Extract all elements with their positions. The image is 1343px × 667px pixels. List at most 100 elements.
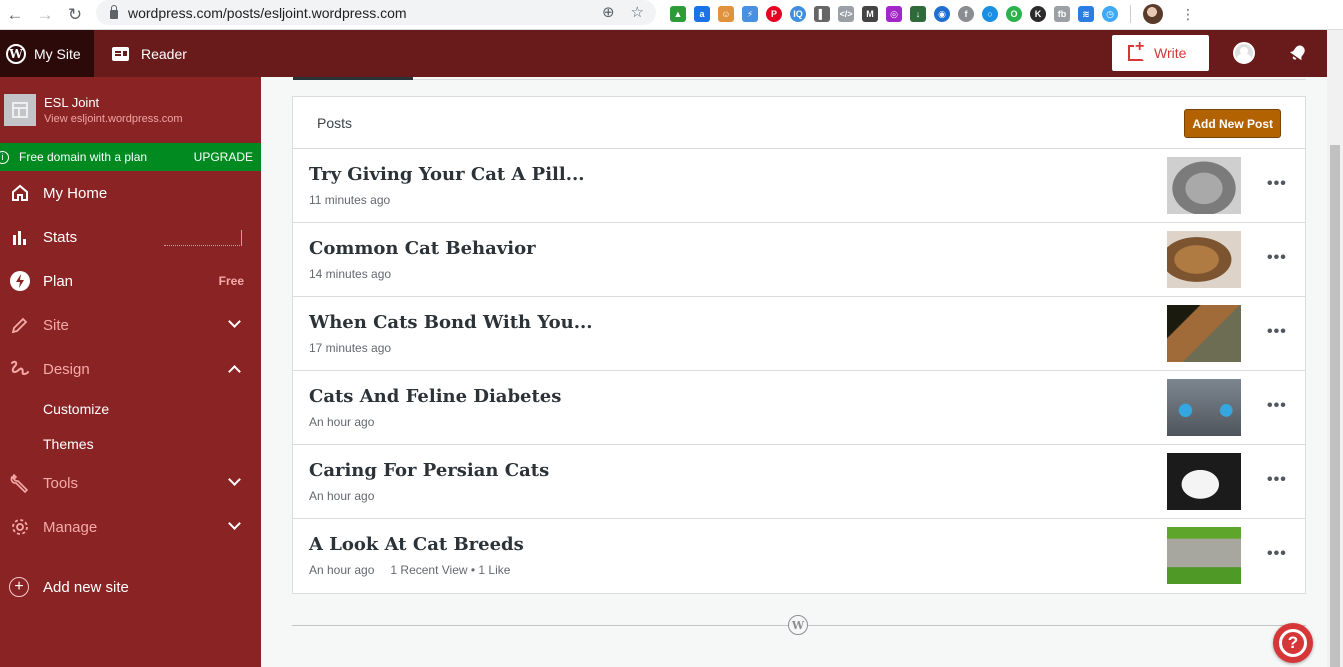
- post-row[interactable]: Caring For Persian Cats An hour ago •••: [293, 445, 1305, 519]
- post-row[interactable]: Common Cat Behavior 14 minutes ago •••: [293, 223, 1305, 297]
- chevron-down-icon[interactable]: [228, 315, 241, 328]
- sidebar-item-label: Site: [43, 316, 69, 334]
- ext-green-icon[interactable]: O: [1006, 6, 1022, 22]
- section-nav-active-tab[interactable]: [293, 77, 413, 80]
- post-thumbnail[interactable]: [1167, 527, 1241, 584]
- ext-ring-icon[interactable]: ○: [982, 6, 998, 22]
- site-icon: [4, 94, 36, 126]
- chevron-down-icon[interactable]: [228, 517, 241, 530]
- post-title[interactable]: Caring For Persian Cats: [309, 460, 549, 481]
- my-site-button[interactable]: W My Site: [0, 30, 94, 77]
- post-title[interactable]: Try Giving Your Cat A Pill...: [309, 164, 585, 185]
- sidebar-subitem-customize[interactable]: Customize: [0, 391, 261, 426]
- sidebar-item-plan[interactable]: Plan Free: [0, 259, 261, 303]
- ext-triangles-icon[interactable]: ▲: [670, 6, 686, 22]
- ext-feed-icon[interactable]: ◉: [934, 6, 950, 22]
- post-title[interactable]: A Look At Cat Breeds: [309, 534, 524, 555]
- post-row[interactable]: When Cats Bond With You... 17 minutes ago…: [293, 297, 1305, 371]
- masterbar: W My Site Reader Write: [0, 30, 1327, 77]
- notifications-bell-icon[interactable]: [1284, 39, 1312, 67]
- post-thumbnail[interactable]: [1167, 379, 1241, 436]
- sidebar-item-site[interactable]: Site: [0, 303, 261, 347]
- ext-panel-icon[interactable]: ▌: [814, 6, 830, 22]
- add-new-post-button[interactable]: Add New Post: [1184, 109, 1281, 138]
- post-list: Try Giving Your Cat A Pill... 11 minutes …: [293, 149, 1305, 593]
- ext-wave-icon[interactable]: ≋: [1078, 6, 1094, 22]
- sidebar-subitem-themes[interactable]: Themes: [0, 426, 261, 461]
- post-thumbnail[interactable]: [1167, 231, 1241, 288]
- ext-code-icon[interactable]: </>: [838, 6, 854, 22]
- site-card[interactable]: ESL Joint View esljoint.wordpress.com: [0, 77, 261, 143]
- user-avatar[interactable]: [1233, 42, 1255, 64]
- scrollbar-thumb[interactable]: [1330, 145, 1340, 667]
- post-more-actions-icon[interactable]: •••: [1267, 175, 1287, 193]
- post-title[interactable]: When Cats Bond With You...: [309, 312, 593, 333]
- ext-pinterest-icon[interactable]: P: [766, 6, 782, 22]
- write-label: Write: [1154, 45, 1187, 61]
- reader-label: Reader: [141, 45, 187, 62]
- sidebar-item-manage[interactable]: Manage: [0, 505, 261, 549]
- url-text[interactable]: wordpress.com/posts/esljoint.wordpress.c…: [128, 5, 407, 21]
- sidebar-item-stats[interactable]: Stats: [0, 215, 261, 259]
- ext-m-icon[interactable]: M: [862, 6, 878, 22]
- post-title[interactable]: Common Cat Behavior: [309, 238, 536, 259]
- post-meta: An hour ago: [309, 415, 390, 429]
- ext-iq-icon[interactable]: IQ: [790, 6, 806, 22]
- help-question-icon: ?: [1279, 629, 1307, 657]
- write-button[interactable]: Write: [1112, 35, 1209, 71]
- post-more-actions-icon[interactable]: •••: [1267, 397, 1287, 415]
- post-row[interactable]: Cats And Feline Diabetes An hour ago •••: [293, 371, 1305, 445]
- back-arrow-icon[interactable]: ←: [4, 4, 26, 26]
- upgrade-nudge[interactable]: i Free domain with a plan UPGRADE: [0, 143, 261, 171]
- wordpress-footer-logo-icon[interactable]: W: [788, 615, 808, 635]
- lock-icon: [110, 4, 118, 19]
- plan-badge: Free: [218, 274, 244, 288]
- post-time: An hour ago: [309, 563, 375, 577]
- browser-menu-icon[interactable]: ⋮: [1181, 6, 1195, 23]
- chevron-down-icon[interactable]: [228, 473, 241, 486]
- ext-bolt-icon[interactable]: ⚡: [742, 6, 758, 22]
- add-new-site-button[interactable]: + Add new site: [0, 565, 261, 609]
- post-more-actions-icon[interactable]: •••: [1267, 471, 1287, 489]
- post-more-actions-icon[interactable]: •••: [1267, 249, 1287, 267]
- sidebar-item-my-home[interactable]: My Home: [0, 171, 261, 215]
- post-row[interactable]: Try Giving Your Cat A Pill... 11 minutes …: [293, 149, 1305, 223]
- forward-arrow-icon[interactable]: →: [34, 4, 56, 26]
- stats-bar-chart-icon: [9, 226, 31, 248]
- post-more-actions-icon[interactable]: •••: [1267, 323, 1287, 341]
- ext-purple-icon[interactable]: ◎: [886, 6, 902, 22]
- reload-icon[interactable]: ↻: [64, 4, 86, 26]
- post-title[interactable]: Cats And Feline Diabetes: [309, 386, 561, 407]
- site-url-link[interactable]: View esljoint.wordpress.com: [44, 113, 183, 125]
- post-thumbnail[interactable]: [1167, 305, 1241, 362]
- reader-button[interactable]: Reader: [112, 46, 187, 62]
- my-site-label: My Site: [34, 45, 81, 62]
- ext-monkey-icon[interactable]: ☺: [718, 6, 734, 22]
- site-name: ESL Joint: [44, 95, 100, 110]
- ext-download-icon[interactable]: ↓: [910, 6, 926, 22]
- sidebar-item-tools[interactable]: Tools: [0, 461, 261, 505]
- plan-bolt-icon: [9, 270, 31, 292]
- post-thumbnail[interactable]: [1167, 453, 1241, 510]
- sidebar-item-label: Plan: [43, 272, 74, 290]
- ext-facebook-icon[interactable]: f: [958, 6, 974, 22]
- address-bar[interactable]: wordpress.com/posts/esljoint.wordpress.c…: [96, 0, 656, 25]
- ext-fb-icon[interactable]: fb: [1054, 6, 1070, 22]
- ext-amazon-icon[interactable]: a: [694, 6, 710, 22]
- ext-k-icon[interactable]: K: [1030, 6, 1046, 22]
- post-thumbnail[interactable]: [1167, 157, 1241, 214]
- post-more-actions-icon[interactable]: •••: [1267, 545, 1287, 563]
- post-stats[interactable]: 1 Recent View • 1 Like: [390, 563, 510, 577]
- sidebar-item-design[interactable]: Design: [0, 347, 261, 391]
- site-layout-icon: [12, 102, 28, 118]
- help-button[interactable]: ?: [1273, 623, 1313, 663]
- bookmark-star-icon[interactable]: ☆: [631, 3, 644, 21]
- chevron-up-icon[interactable]: [228, 365, 241, 378]
- ext-clock-icon[interactable]: ◷: [1102, 6, 1118, 22]
- zoom-icon[interactable]: ⊕: [602, 3, 615, 21]
- post-row[interactable]: A Look At Cat Breeds An hour ago 1 Recent …: [293, 519, 1305, 593]
- upgrade-link[interactable]: UPGRADE: [194, 150, 253, 164]
- browser-profile-avatar[interactable]: [1143, 4, 1163, 24]
- page-scrollbar[interactable]: [1327, 30, 1343, 667]
- design-brush-icon: [9, 358, 31, 380]
